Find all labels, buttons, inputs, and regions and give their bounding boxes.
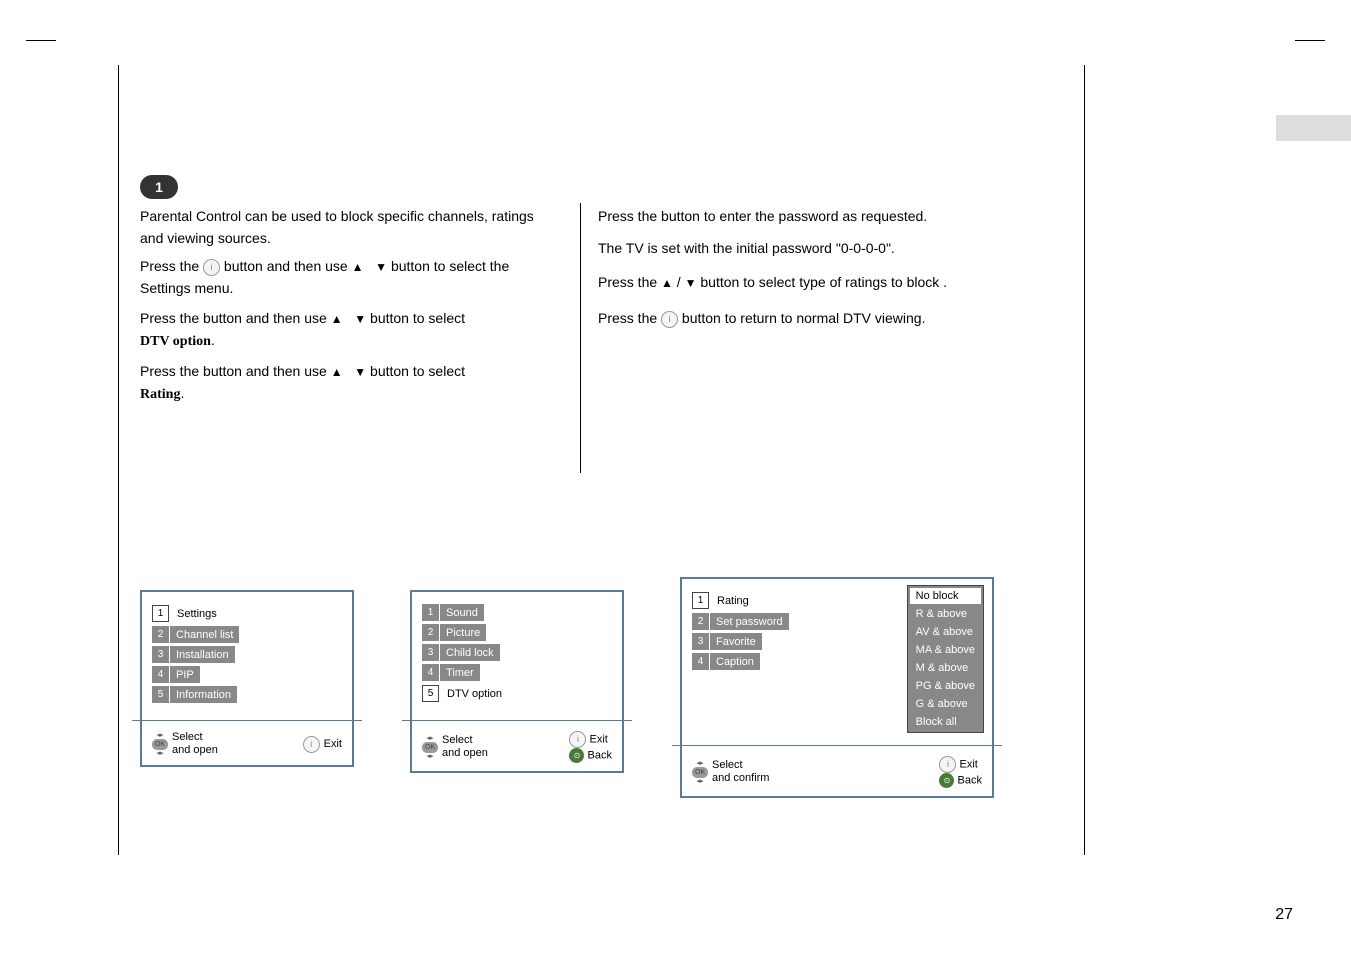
right-para-1: Press the button to enter the password a… — [598, 205, 1048, 227]
menu-label: PIP — [170, 666, 200, 683]
rating-options-table: No block R & above AV & above MA & above… — [907, 585, 984, 733]
text-fragment: Press the — [598, 274, 661, 290]
right-para-2: The TV is set with the initial password … — [598, 237, 1048, 259]
menu-item: 3Installation — [152, 646, 342, 663]
menu-dtv-option: 1Sound 2Picture 3Child lock 4Timer 5DTV … — [410, 590, 624, 773]
menu-item: 4Timer — [422, 664, 612, 681]
down-arrow-icon: ▼ — [354, 312, 366, 326]
rating-option: PG & above — [910, 678, 981, 694]
down-arrow-icon: ▼ — [354, 365, 366, 379]
menu-item: 3Favorite — [692, 633, 897, 650]
footer-text: Select — [442, 734, 488, 747]
menu-footer: ◂▸OK◂▸ Select and open i Exit ⊙ Back — [412, 727, 622, 771]
menu-item: 2Set password — [692, 613, 897, 630]
text-bold: DTV option — [140, 334, 211, 349]
left-para-3: Press the button and then use ▲ ▼ button… — [140, 307, 560, 354]
left-para-4: Press the button and then use ▲ ▼ button… — [140, 360, 560, 407]
menu-label: Rating — [710, 591, 756, 610]
footer-text: and open — [442, 747, 488, 760]
footer-text: Exit — [324, 738, 342, 750]
menu-item: 1Sound — [422, 604, 612, 621]
right-para-4: Press the i button to return to normal D… — [598, 307, 1048, 329]
menu-item: 1Settings — [152, 604, 342, 623]
menu-label: Favorite — [710, 633, 762, 650]
menu-label: Channel list — [170, 626, 239, 643]
menu-label: Caption — [710, 653, 760, 670]
info-icon: i — [569, 731, 586, 748]
footer-text: and open — [172, 744, 218, 757]
menu-item: 2Channel list — [152, 626, 342, 643]
page-number: 27 — [1275, 906, 1293, 924]
rating-option: R & above — [910, 606, 981, 622]
side-tab — [1276, 115, 1351, 141]
text-fragment: button and then use — [224, 258, 352, 274]
text-fragment: Press the button and then use — [140, 363, 331, 379]
up-arrow-icon: ▲ — [331, 312, 343, 326]
menu-label: Information — [170, 686, 237, 703]
menu-item: 5Information — [152, 686, 342, 703]
info-icon: i — [939, 756, 956, 773]
up-arrow-icon: ▲ — [352, 260, 364, 274]
menu-footer: ◂▸OK◂▸ Select and confirm i Exit ⊙ Back — [682, 752, 992, 796]
menu-item: 2Picture — [422, 624, 612, 641]
menu-item: 4PIP — [152, 666, 342, 683]
text-fragment: button to select — [370, 310, 465, 326]
menu-footer: ◂▸OK◂▸ Select and open i Exit — [142, 727, 352, 765]
text-fragment: button to return to normal DTV viewing. — [682, 310, 926, 326]
ok-button-icon: ◂▸OK◂▸ — [152, 732, 168, 757]
footer-text: Back — [588, 749, 612, 761]
menu-label: Picture — [440, 624, 486, 641]
info-icon: i — [203, 259, 220, 276]
menu-settings: 1Settings 2Channel list 3Installation 4P… — [140, 590, 354, 767]
text-fragment: Press the — [598, 310, 661, 326]
menu-item: 5DTV option — [422, 684, 612, 703]
footer-text: Select — [172, 731, 218, 744]
rating-option: M & above — [910, 660, 981, 676]
up-arrow-icon: ▲ — [661, 276, 673, 290]
back-icon: ⊙ — [569, 748, 584, 763]
menu-item: 4Caption — [692, 653, 897, 670]
footer-text: Exit — [960, 758, 978, 770]
crop-mark-tr — [1295, 40, 1325, 61]
crop-mark-tl — [26, 40, 56, 61]
footer-text: Select — [712, 759, 769, 772]
text-fragment: Press the button and then use — [140, 310, 331, 326]
rating-option: No block — [910, 588, 981, 604]
back-icon: ⊙ — [939, 773, 954, 788]
ok-button-icon: ◂▸OK◂▸ — [422, 735, 438, 760]
text-fragment: button to select type of ratings to bloc… — [700, 274, 947, 290]
text-fragment: Press the — [140, 258, 203, 274]
info-icon: i — [661, 311, 678, 328]
menu-rating: 1Rating 2Set password 3Favorite 4Caption… — [680, 577, 994, 798]
up-arrow-icon: ▲ — [331, 365, 343, 379]
menu-item: 1Rating — [692, 591, 897, 610]
menu-label: Installation — [170, 646, 235, 663]
rating-option: MA & above — [910, 642, 981, 658]
footer-text: Exit — [590, 733, 608, 745]
menu-label: Timer — [440, 664, 480, 681]
footer-text: Back — [958, 774, 982, 786]
step-badge: 1 — [140, 175, 178, 199]
text-fragment: button to select — [370, 363, 465, 379]
menu-label: Child lock — [440, 644, 500, 661]
rating-option: G & above — [910, 696, 981, 712]
info-icon: i — [303, 736, 320, 753]
menu-label: Set password — [710, 613, 789, 630]
column-divider — [580, 203, 581, 473]
rating-option: Block all — [910, 714, 981, 730]
menu-label: Settings — [170, 604, 224, 623]
down-arrow-icon: ▼ — [375, 260, 387, 274]
rating-option: AV & above — [910, 624, 981, 640]
down-arrow-icon: ▼ — [685, 276, 697, 290]
ok-button-icon: ◂▸OK◂▸ — [692, 760, 708, 785]
left-para-2: Press the i button and then use ▲ ▼ butt… — [140, 255, 560, 300]
menu-item: 3Child lock — [422, 644, 612, 661]
right-para-3: Press the ▲ / ▼ button to select type of… — [598, 271, 1048, 293]
footer-text: and confirm — [712, 772, 769, 785]
menu-label: DTV option — [440, 684, 509, 703]
menu-label: Sound — [440, 604, 484, 621]
text-bold: Rating — [140, 387, 180, 402]
left-para-1: Parental Control can be used to block sp… — [140, 205, 560, 250]
